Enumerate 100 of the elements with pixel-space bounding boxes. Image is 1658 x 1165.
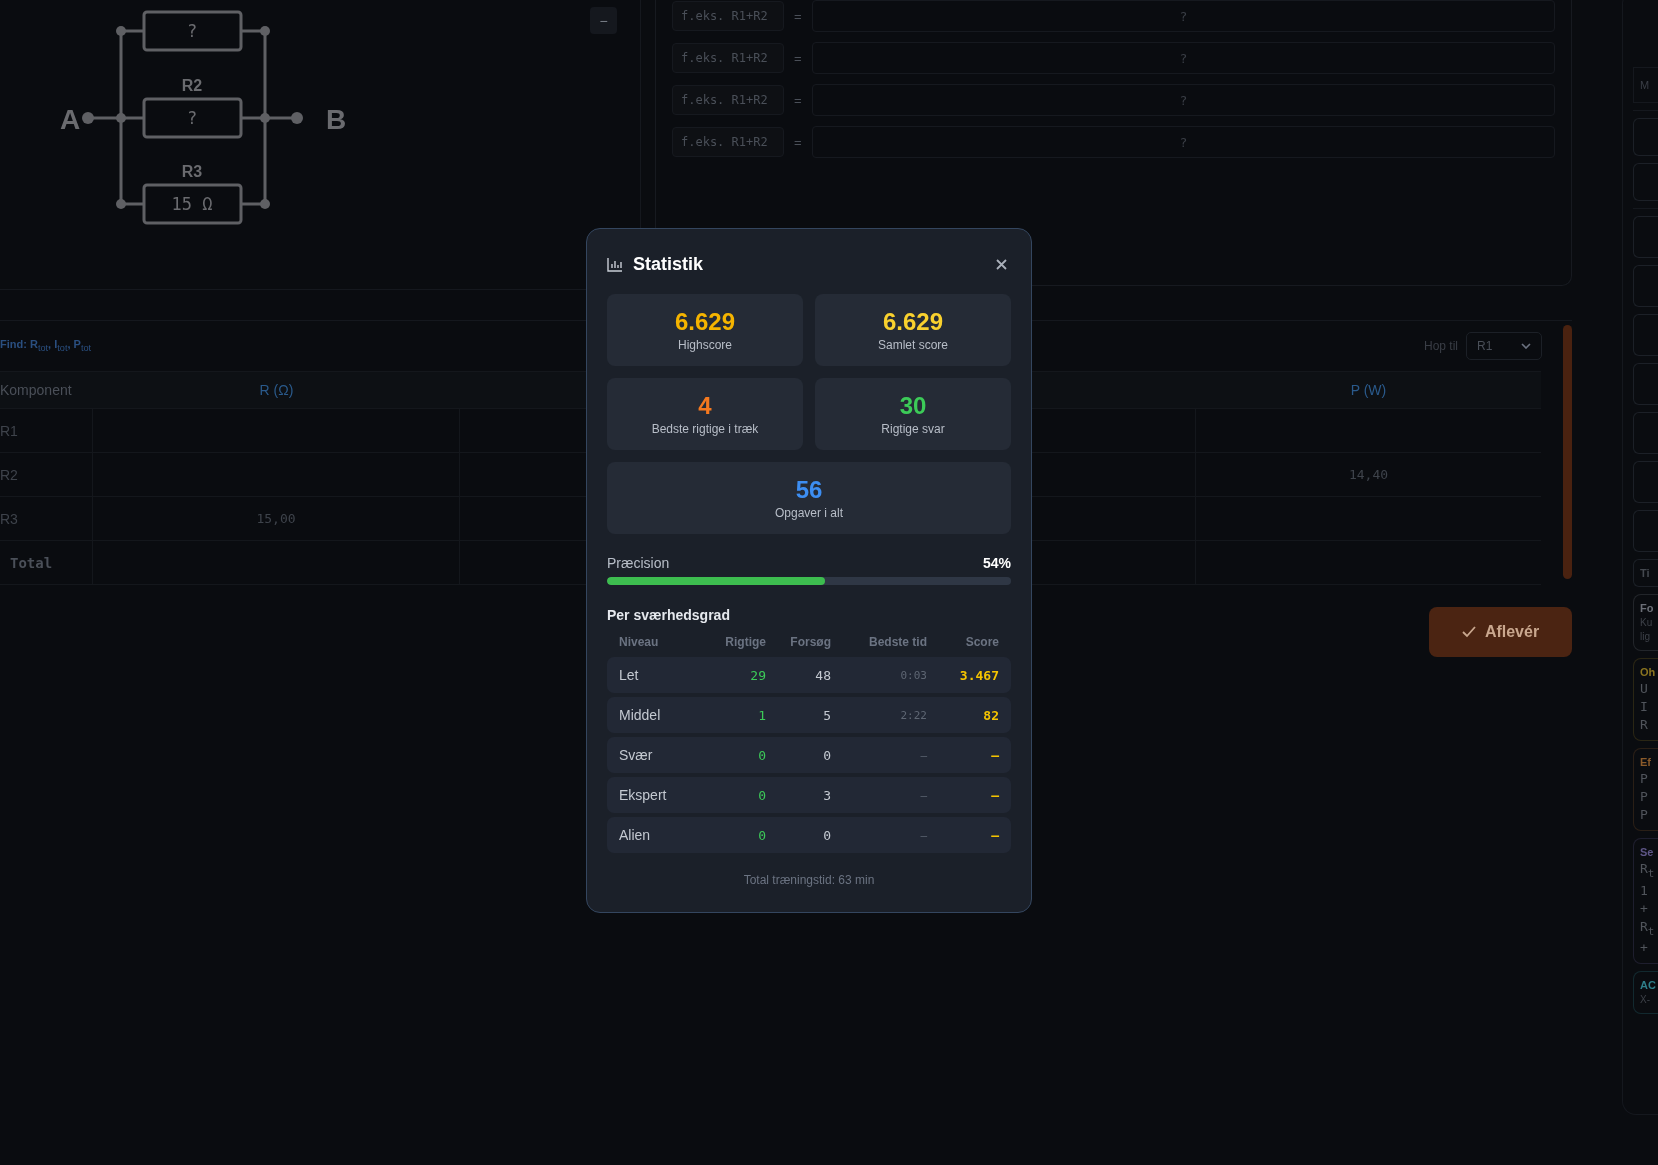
stat-label: Highscore <box>678 338 732 352</box>
resistor-label: R3 <box>181 163 203 180</box>
level-score: – <box>990 787 999 803</box>
card-title: Oh <box>1640 666 1657 678</box>
section-title: Per sværhedsgrad <box>607 607 731 623</box>
equals-sign: = <box>794 50 802 66</box>
column-header: Score <box>964 635 999 649</box>
submit-button[interactable]: Aflevér <box>1429 607 1572 657</box>
formula-text: + <box>1640 940 1649 956</box>
table-cell: R2 <box>0 453 93 497</box>
sidebar-button[interactable] <box>1633 510 1658 552</box>
column-header: Bedste tid <box>868 635 927 649</box>
jump-select[interactable]: R1 <box>1466 332 1542 360</box>
resistor-value: ? <box>186 108 198 128</box>
formula-input[interactable]: f.eks. R1+R2 <box>672 43 784 73</box>
sidebar-button[interactable] <box>1633 461 1658 503</box>
sidebar-button[interactable] <box>1633 118 1658 156</box>
attempt-count: 48 <box>814 667 831 683</box>
formula-input[interactable]: f.eks. R1+R2 <box>672 127 784 157</box>
result-value: ? <box>1179 50 1188 66</box>
best-time: – <box>919 748 927 762</box>
card-title: AC <box>1640 979 1657 992</box>
stat-value: 30 <box>899 392 927 420</box>
stat-label: Samlet score <box>878 338 948 352</box>
formula-text: R$_{t}$ <box>1640 918 1656 938</box>
close-icon <box>996 258 1007 270</box>
formula-text: + <box>1640 900 1649 916</box>
formula-text: R$_{t}$ <box>1640 861 1656 880</box>
column-header: Niveau <box>619 635 660 649</box>
stat-value: 56 <box>795 476 823 504</box>
table-cell: Total <box>0 541 93 585</box>
stat-label: Bedste rigtige i træk <box>651 422 759 436</box>
stat-value: 6.629 <box>882 308 944 336</box>
best-time: – <box>919 828 927 842</box>
table-cell: 15,00 <box>93 497 460 541</box>
equals-sign: = <box>794 92 802 108</box>
card-title: Fo <box>1640 602 1655 614</box>
equals-sign: = <box>794 8 802 24</box>
level-name: Alien <box>619 827 652 843</box>
formula-input[interactable]: f.eks. R1+R2 <box>672 1 784 31</box>
sidebar-button[interactable] <box>1633 216 1658 258</box>
scrollbar-thumb[interactable] <box>1563 325 1572 579</box>
column-header: Komponent <box>0 371 93 409</box>
level-score: – <box>990 747 999 763</box>
terminal-label: A <box>60 104 81 135</box>
result-value: ? <box>1179 134 1188 150</box>
formula-input[interactable]: f.eks. R1+R2 <box>672 85 784 115</box>
attempt-count: 3 <box>822 787 831 803</box>
find-text: Find: R$_{tot}$, I$_{tot}$, P$_{tot}$ <box>0 338 92 354</box>
correct-count: 0 <box>757 827 766 843</box>
dialog-title: Statistik <box>633 253 704 275</box>
formula-text: 1 <box>1640 882 1649 898</box>
bar-chart-icon <box>607 256 623 272</box>
sidebar-button[interactable] <box>1633 163 1658 201</box>
resistor-value: 15 Ω <box>171 194 213 214</box>
result-value: ? <box>1179 8 1188 24</box>
level-name: Svær <box>619 747 654 763</box>
table-cell: R1 <box>0 409 93 453</box>
formula-text: U <box>1640 681 1649 696</box>
result-value: ? <box>1179 92 1188 108</box>
level-score: 82 <box>982 707 999 723</box>
level-name: Middel <box>619 707 662 723</box>
chevron-down-icon <box>1521 343 1531 349</box>
column-header: P (W) <box>1196 371 1541 409</box>
card-title: Ef <box>1640 756 1652 768</box>
stat-label: Opgaver i alt <box>774 506 843 520</box>
formula-text: P <box>1640 807 1649 822</box>
attempt-count: 0 <box>822 827 831 843</box>
column-header: Forsøg <box>789 635 831 649</box>
formula-text: P <box>1640 771 1649 786</box>
sidebar-button[interactable] <box>1633 412 1658 454</box>
correct-count: 0 <box>757 747 766 763</box>
resistor-value: ? <box>186 21 198 41</box>
collapse-button[interactable]: − <box>590 7 617 34</box>
level-score: 3.467 <box>958 667 999 683</box>
correct-count: 1 <box>757 707 766 723</box>
sidebar-button[interactable] <box>1633 363 1658 405</box>
card-title: Se <box>1640 846 1655 858</box>
formula-text: R <box>1640 717 1649 732</box>
level-name: Ekspert <box>619 787 668 803</box>
best-time: – <box>919 788 927 802</box>
precision-value: 54% <box>982 555 1011 571</box>
formula-text: P <box>1640 789 1649 804</box>
check-icon <box>1461 626 1476 638</box>
table-cell: 14,40 <box>1196 453 1541 497</box>
stat-value: 6.629 <box>674 308 736 336</box>
training-time: Total træningstid: 63 min <box>742 873 876 887</box>
sidebar-button[interactable] <box>1633 314 1658 356</box>
equals-sign: = <box>794 134 802 150</box>
resistor-label: R2 <box>181 77 203 94</box>
sidebar-tab[interactable]: Ti <box>1633 559 1658 587</box>
stat-value: 4 <box>698 392 712 420</box>
formula-text: I <box>1640 699 1649 714</box>
sidebar-button[interactable] <box>1633 265 1658 307</box>
attempt-count: 5 <box>822 707 831 723</box>
level-name: Let <box>619 667 640 683</box>
attempt-count: 0 <box>822 747 831 763</box>
best-time: 2:22 <box>899 708 927 722</box>
correct-count: 29 <box>749 667 766 683</box>
terminal-label: B <box>326 104 347 135</box>
